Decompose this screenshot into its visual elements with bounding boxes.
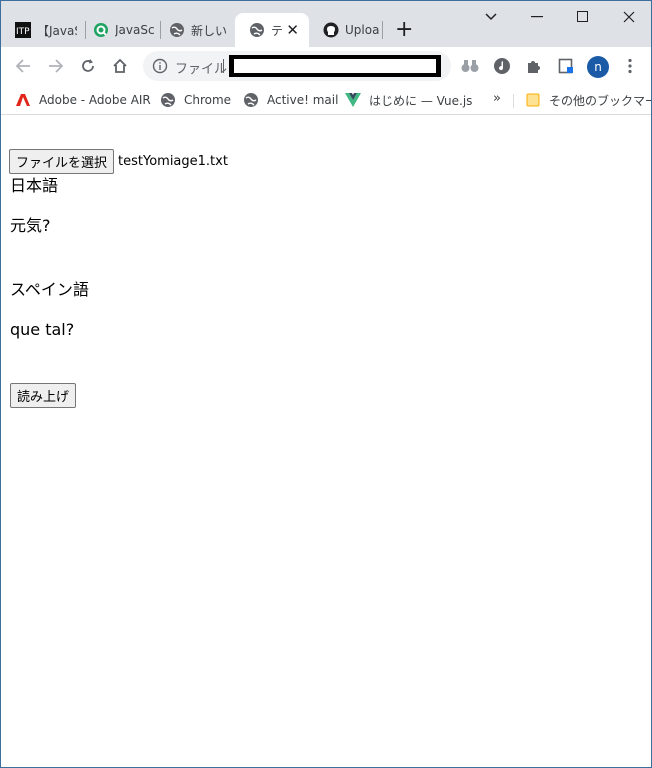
- tab-separator: [382, 21, 383, 39]
- spanish-text: que tal?: [10, 320, 75, 339]
- read-aloud-wrapper: 読み上げ: [10, 383, 77, 408]
- bookmark-active-mail[interactable]: Active! mail: [243, 91, 338, 109]
- bookmark-other-folder[interactable]: その他のブックマーク: [525, 91, 651, 109]
- bookmarks-divider: [513, 94, 514, 108]
- tab-3-title: 新しい: [191, 23, 228, 38]
- tab-5[interactable]: Uploa: [309, 13, 383, 47]
- tab-4-active[interactable]: テ ✕: [235, 13, 309, 47]
- address-bar[interactable]: ファイル: [143, 51, 451, 81]
- address-scheme-label: ファイル: [175, 62, 228, 77]
- browser-window: ITP 【JavaS JavaSc 新しい テ ✕: [0, 0, 652, 768]
- close-window-icon[interactable]: [619, 7, 639, 27]
- choose-file-button[interactable]: ファイルを選択: [9, 149, 115, 174]
- back-arrow-icon[interactable]: [12, 55, 34, 77]
- globe-icon: [160, 92, 176, 108]
- bookmarks-bar: Adobe - Adobe AIR Chrome Active! mail はじ…: [1, 85, 651, 115]
- tab-2-title: JavaSc: [115, 23, 155, 37]
- bookmark-vue-label: はじめに — Vue.js: [369, 93, 473, 108]
- tab-1[interactable]: ITP 【JavaS: [1, 13, 85, 47]
- close-tab-icon[interactable]: ✕: [286, 22, 299, 38]
- home-icon[interactable]: [109, 55, 131, 77]
- bookmark-other-folder-label: その他のブックマーク: [549, 93, 651, 108]
- reading-list-icon[interactable]: [555, 55, 577, 77]
- github-icon: [323, 22, 339, 38]
- tab-3[interactable]: 新しい: [155, 13, 235, 47]
- globe-icon: [169, 22, 185, 38]
- svg-text:ITP: ITP: [16, 27, 30, 37]
- media-control-icon[interactable]: [491, 55, 513, 77]
- bookmarks-overflow-button[interactable]: »: [493, 91, 501, 106]
- read-aloud-button[interactable]: 読み上げ: [10, 383, 77, 408]
- file-input[interactable]: ファイルを選択 testYomiage1.txt: [9, 149, 228, 174]
- kebab-menu-icon[interactable]: [619, 55, 641, 77]
- tab-search-chevron-icon[interactable]: [481, 7, 501, 27]
- bookmark-chrome[interactable]: Chrome: [160, 91, 231, 109]
- minimize-icon[interactable]: [527, 7, 547, 27]
- extensions-puzzle-icon[interactable]: [523, 55, 545, 77]
- bookmark-adobe-air-label: Adobe - Adobe AIR: [39, 93, 151, 107]
- reload-icon[interactable]: [77, 55, 99, 77]
- page-content: ファイルを選択 testYomiage1.txt 日本語 元気? スペイン語 q…: [1, 116, 651, 767]
- redacted-url: [229, 55, 441, 77]
- adobe-icon: [15, 92, 31, 108]
- maximize-icon[interactable]: [573, 7, 593, 27]
- bookmark-adobe-air[interactable]: Adobe - Adobe AIR: [15, 91, 151, 109]
- forward-arrow-icon[interactable]: [45, 55, 67, 77]
- new-tab-button[interactable]: +: [395, 19, 413, 41]
- address-divider: [223, 59, 224, 73]
- globe-icon: [243, 92, 259, 108]
- profile-avatar[interactable]: n: [587, 56, 609, 78]
- bookmark-vue[interactable]: はじめに — Vue.js: [345, 91, 472, 109]
- browser-toolbar: ファイル n: [1, 47, 651, 85]
- tab-5-title: Uploa: [345, 23, 380, 37]
- folder-icon: [525, 92, 541, 108]
- globe-icon: [249, 22, 265, 38]
- tab-1-title: 【JavaS: [37, 23, 77, 38]
- bookmark-chrome-label: Chrome: [184, 93, 232, 107]
- tab-strip: ITP 【JavaS JavaSc 新しい テ ✕: [1, 1, 651, 47]
- japanese-text: 元気?: [10, 216, 51, 235]
- tab-4-title: テ: [271, 23, 284, 38]
- spanish-label: スペイン語: [10, 280, 89, 299]
- bookmark-active-mail-label: Active! mail: [267, 93, 339, 107]
- selected-file-name: testYomiage1.txt: [118, 154, 228, 169]
- japanese-label: 日本語: [10, 176, 59, 195]
- search-q-icon: [93, 22, 109, 38]
- vue-icon: [345, 92, 361, 108]
- info-icon[interactable]: [152, 58, 168, 74]
- binoculars-icon[interactable]: [459, 55, 481, 77]
- tab-2[interactable]: JavaSc: [79, 13, 161, 47]
- itp-icon: ITP: [15, 22, 31, 38]
